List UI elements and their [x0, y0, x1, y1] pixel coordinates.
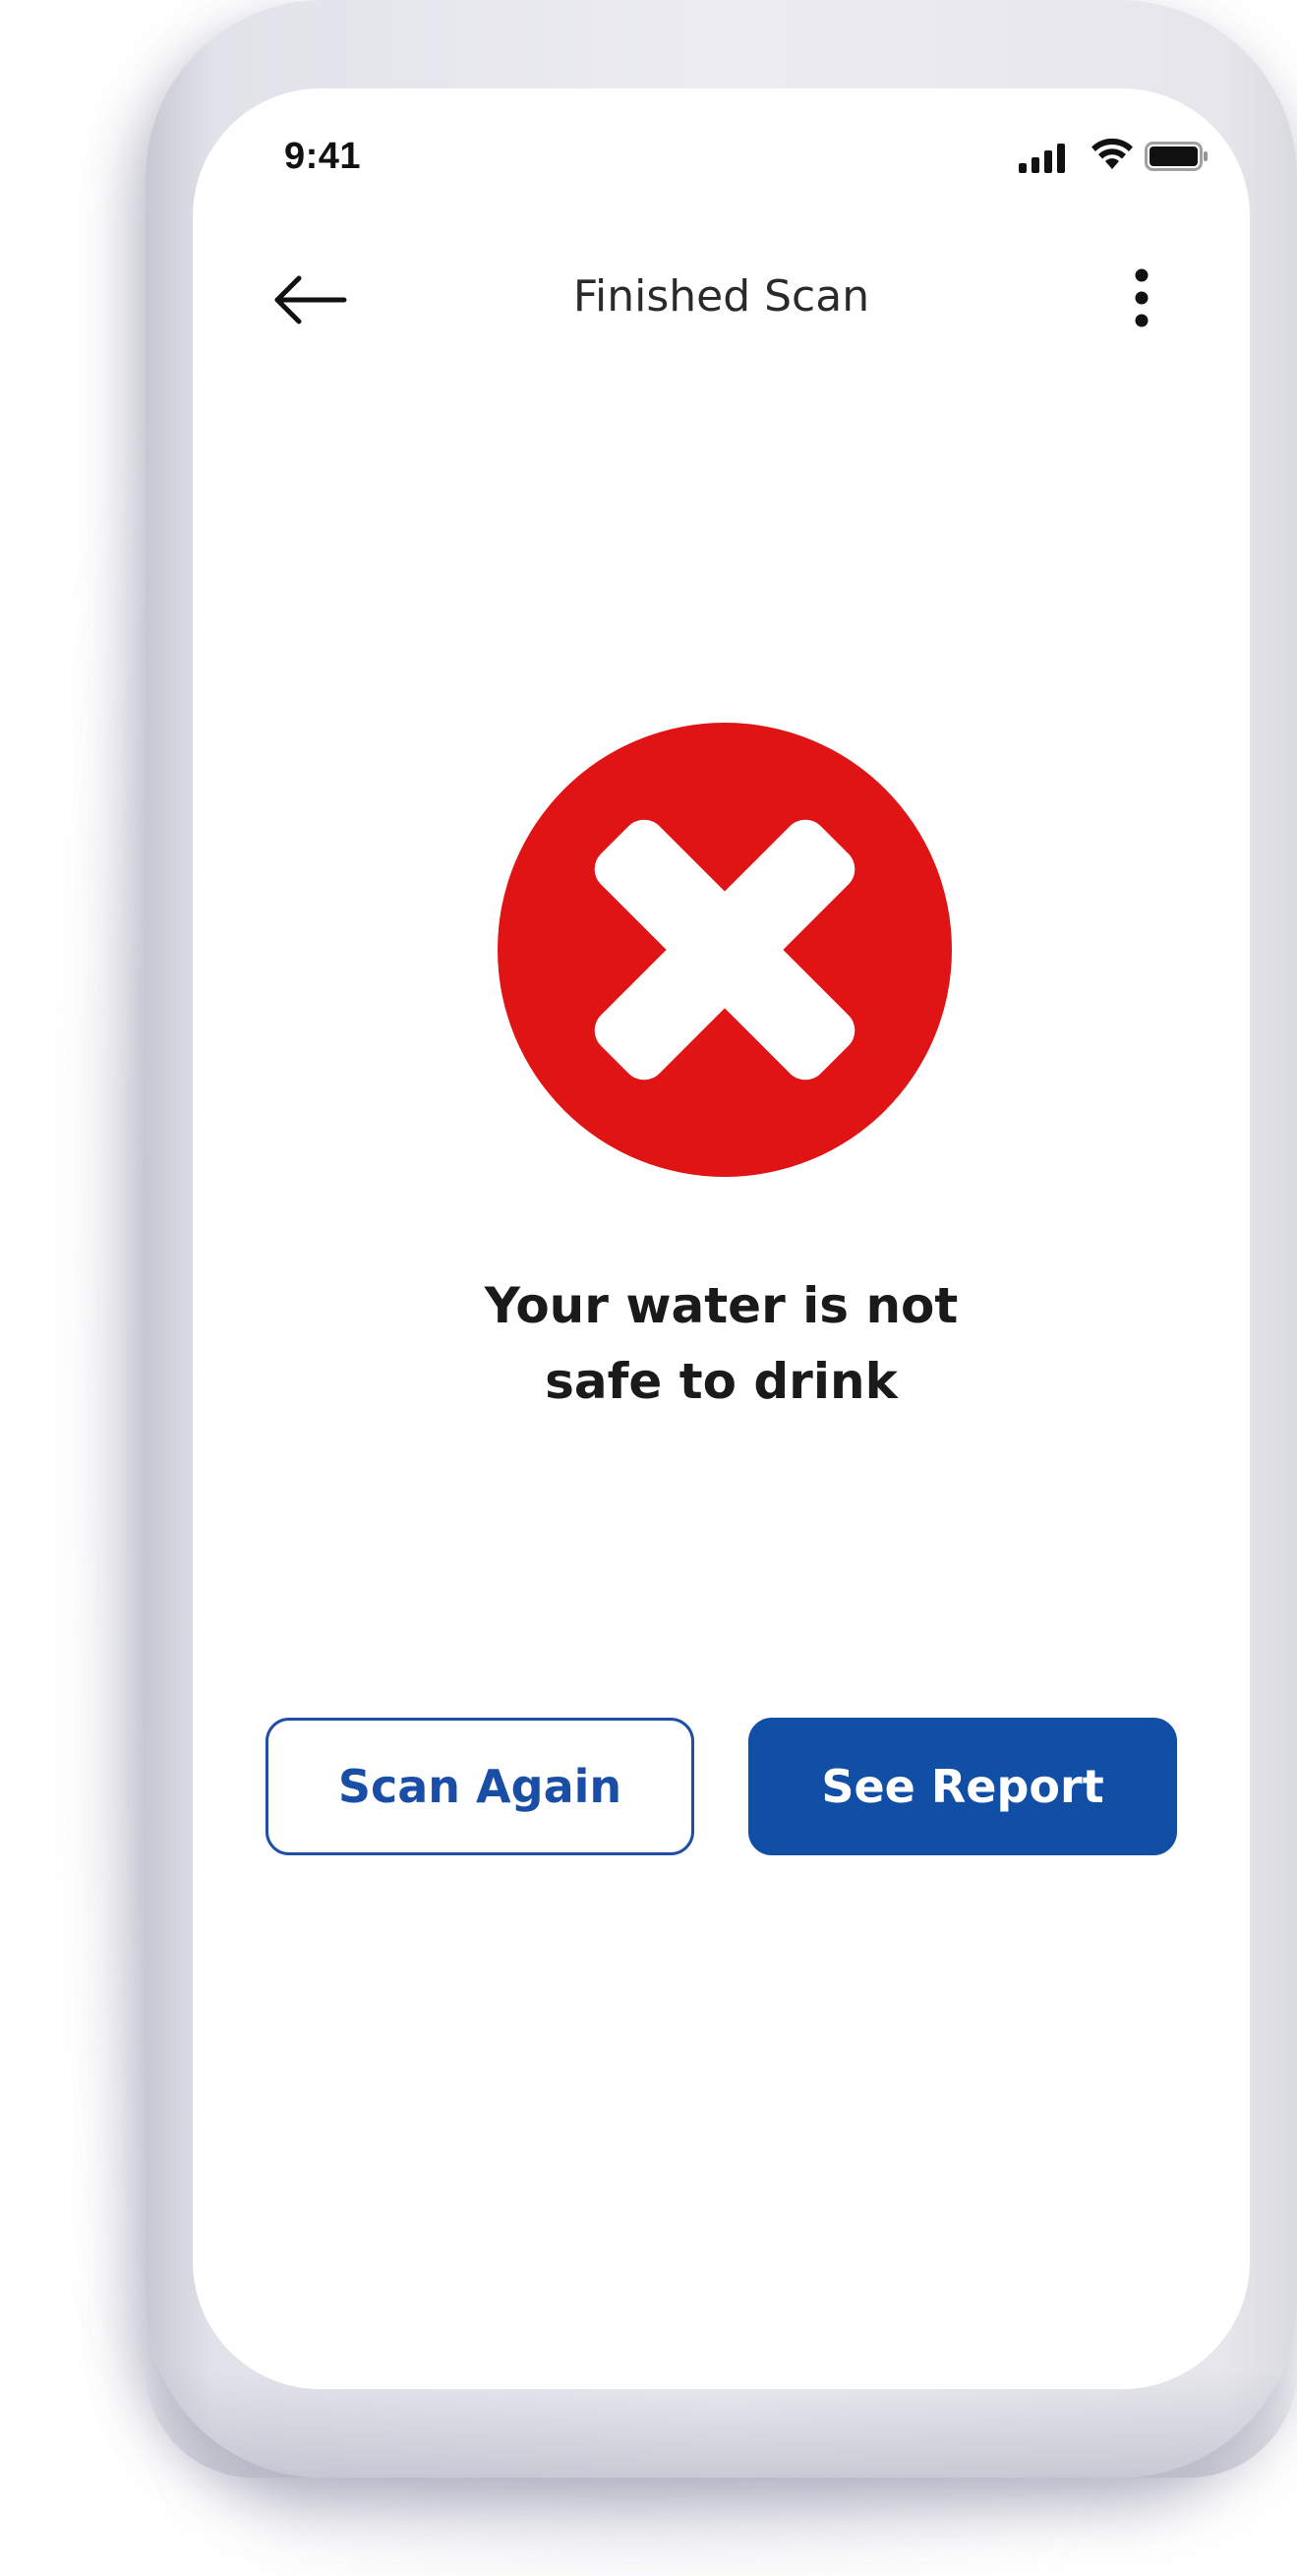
scan-again-button[interactable]: Scan Again: [265, 1718, 694, 1855]
stage: 9:41 Finished Scan Your water is not saf…: [0, 0, 1297, 2576]
wifi-icon: [1091, 138, 1133, 169]
result-message-line-2: safe to drink: [545, 1353, 898, 1410]
see-report-button[interactable]: See Report: [748, 1718, 1177, 1855]
status-time: 9:41: [284, 136, 362, 177]
error-x-circle-icon: [498, 723, 952, 1177]
signal-icon: [1019, 144, 1065, 173]
result-message: Your water is not safe to drink: [193, 1268, 1250, 1420]
battery-icon: [1145, 142, 1208, 171]
page-title: Finished Scan: [572, 271, 870, 322]
phone-screen: 9:41 Finished Scan Your water is not saf…: [193, 88, 1250, 2389]
result-message-line-1: Your water is not: [484, 1277, 959, 1334]
more-vertical-icon[interactable]: [1122, 265, 1161, 334]
status-icons: [1019, 134, 1215, 177]
